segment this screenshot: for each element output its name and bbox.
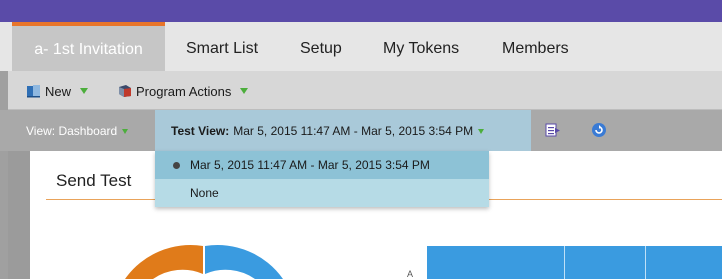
new-icon <box>26 84 42 98</box>
test-view-select[interactable]: Test View: Mar 5, 2015 11:47 AM - Mar 5,… <box>155 110 531 151</box>
program-actions-label: Program Actions <box>136 83 232 99</box>
test-view-dropdown: Mar 5, 2015 11:47 AM - Mar 5, 2015 3:54 … <box>155 151 489 207</box>
selected-bullet-icon <box>173 162 180 169</box>
tab-members[interactable]: Members <box>502 22 569 71</box>
tab-1st-invitation[interactable]: a- 1st Invitation <box>12 22 165 71</box>
chevron-down-icon <box>478 128 485 134</box>
panel-title: Send Test <box>56 171 132 190</box>
test-view-value: Mar 5, 2015 11:47 AM - Mar 5, 2015 3:54 … <box>233 124 474 138</box>
bar-chart-area <box>427 246 722 279</box>
refresh-icon[interactable] <box>591 122 607 138</box>
tab-setup[interactable]: Setup <box>300 22 342 71</box>
dropdown-option-label: None <box>190 186 219 200</box>
new-button[interactable]: New <box>26 82 89 100</box>
axis-label: A <box>407 269 414 279</box>
export-icon[interactable] <box>545 122 561 138</box>
chevron-down-icon <box>80 88 89 94</box>
program-actions-button[interactable]: Program Actions <box>117 82 249 100</box>
bar-divider <box>645 246 646 279</box>
tab-smart-list[interactable]: Smart List <box>186 22 258 71</box>
app-header-bar <box>0 0 722 22</box>
new-button-label: New <box>45 83 72 99</box>
view-dashboard-label: View: Dashboard <box>26 124 118 138</box>
program-tabs: a- 1st Invitation Smart List Setup My To… <box>0 22 722 71</box>
tab-my-tokens[interactable]: My Tokens <box>383 22 459 71</box>
action-toolbar: New Program Actions <box>0 71 722 110</box>
chevron-down-icon <box>240 88 249 94</box>
dropdown-option-none[interactable]: None <box>155 179 489 207</box>
chevron-down-icon <box>122 128 129 134</box>
donut-chart <box>125 245 283 279</box>
test-view-prefix: Test View: <box>171 124 230 138</box>
dropdown-option-date-range[interactable]: Mar 5, 2015 11:47 AM - Mar 5, 2015 3:54 … <box>155 151 489 179</box>
program-actions-icon <box>117 84 133 98</box>
dropdown-option-label: Mar 5, 2015 11:47 AM - Mar 5, 2015 3:54 … <box>190 158 430 172</box>
donut-segment-blue <box>205 245 283 279</box>
bar-divider <box>564 246 565 279</box>
left-gutter <box>0 71 8 279</box>
view-dashboard-select[interactable]: View: Dashboard <box>26 124 129 138</box>
donut-segment-orange <box>125 245 203 279</box>
